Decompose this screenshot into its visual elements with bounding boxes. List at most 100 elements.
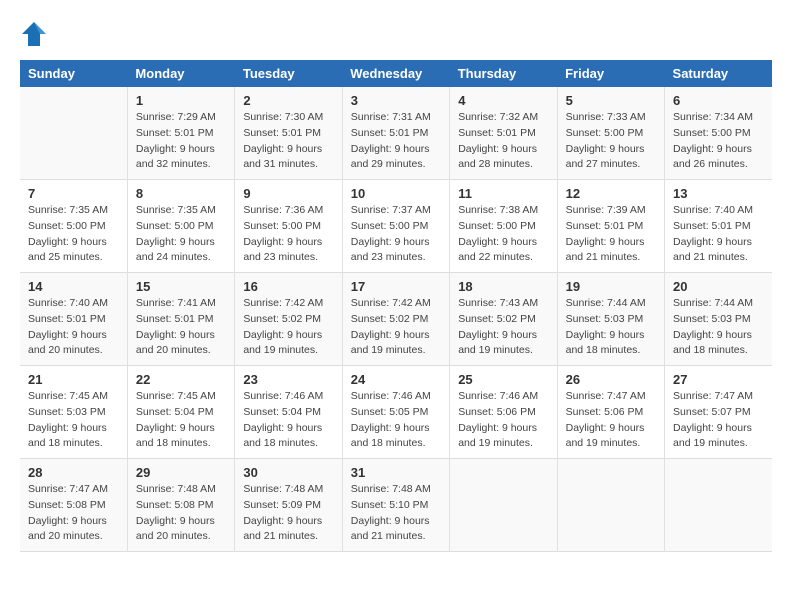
day-number: 19 (566, 279, 656, 294)
calendar-week-row: 1 Sunrise: 7:29 AMSunset: 5:01 PMDaylight… (20, 87, 772, 180)
day-info: Sunrise: 7:40 AMSunset: 5:01 PMDaylight:… (673, 203, 764, 266)
day-number: 5 (566, 93, 656, 108)
day-info: Sunrise: 7:45 AMSunset: 5:03 PMDaylight:… (28, 389, 119, 452)
day-number: 20 (673, 279, 764, 294)
calendar-cell: 23Sunrise: 7:46 AMSunset: 5:04 PMDayligh… (235, 366, 342, 459)
day-number: 30 (243, 465, 333, 480)
calendar-week-row: 28 Sunrise: 7:47 AMSunset: 5:08 PMDayligh… (20, 459, 772, 552)
day-number: 31 (351, 465, 441, 480)
day-number: 14 (28, 279, 119, 294)
day-info: Sunrise: 7:33 AMSunset: 5:00 PMDaylight:… (566, 110, 656, 173)
day-info: Sunrise: 7:39 AMSunset: 5:01 PMDaylight:… (566, 203, 656, 266)
calendar-cell: 9Sunrise: 7:36 AMSunset: 5:00 PMDaylight… (235, 180, 342, 273)
day-number: 6 (673, 93, 764, 108)
day-number: 25 (458, 372, 548, 387)
day-info: Sunrise: 7:47 AMSunset: 5:06 PMDaylight:… (566, 389, 656, 452)
header-saturday: Saturday (665, 60, 772, 87)
day-info: Sunrise: 7:45 AMSunset: 5:04 PMDaylight:… (136, 389, 226, 452)
day-info: Sunrise: 7:34 AMSunset: 5:00 PMDaylight:… (673, 110, 764, 173)
calendar-cell: 16 Sunrise: 7:42 AMSunset: 5:02 PMDayligh… (235, 273, 342, 366)
day-info: Sunrise: 7:47 AMSunset: 5:08 PMDaylight:… (28, 482, 119, 545)
calendar-week-row: 21 Sunrise: 7:45 AMSunset: 5:03 PMDayligh… (20, 366, 772, 459)
day-info: Sunrise: 7:36 AMSunset: 5:00 PMDaylight:… (243, 203, 333, 266)
day-number: 26 (566, 372, 656, 387)
day-number: 11 (458, 186, 548, 201)
calendar-cell: 31 Sunrise: 7:48 AMSunset: 5:10 PMDayligh… (342, 459, 449, 552)
day-info: Sunrise: 7:48 AMSunset: 5:09 PMDaylight:… (243, 482, 333, 545)
day-info: Sunrise: 7:47 AMSunset: 5:07 PMDaylight:… (673, 389, 764, 452)
calendar-cell: 30 Sunrise: 7:48 AMSunset: 5:09 PMDayligh… (235, 459, 342, 552)
header-thursday: Thursday (450, 60, 557, 87)
day-number: 21 (28, 372, 119, 387)
calendar-cell: 6 Sunrise: 7:34 AMSunset: 5:00 PMDaylight… (665, 87, 772, 180)
day-info: Sunrise: 7:32 AMSunset: 5:01 PMDaylight:… (458, 110, 548, 173)
calendar-cell: 26 Sunrise: 7:47 AMSunset: 5:06 PMDayligh… (557, 366, 664, 459)
calendar-cell: 28 Sunrise: 7:47 AMSunset: 5:08 PMDayligh… (20, 459, 127, 552)
header-monday: Monday (127, 60, 234, 87)
calendar-cell: 15Sunrise: 7:41 AMSunset: 5:01 PMDayligh… (127, 273, 234, 366)
calendar-week-row: 14 Sunrise: 7:40 AMSunset: 5:01 PMDayligh… (20, 273, 772, 366)
calendar-cell: 22 Sunrise: 7:45 AMSunset: 5:04 PMDayligh… (127, 366, 234, 459)
calendar-cell: 11 Sunrise: 7:38 AMSunset: 5:00 PMDayligh… (450, 180, 557, 273)
day-number: 1 (136, 93, 226, 108)
day-info: Sunrise: 7:35 AMSunset: 5:00 PMDaylight:… (28, 203, 119, 266)
header-sunday: Sunday (20, 60, 127, 87)
day-info: Sunrise: 7:42 AMSunset: 5:02 PMDaylight:… (243, 296, 333, 359)
day-info: Sunrise: 7:42 AMSunset: 5:02 PMDaylight:… (351, 296, 441, 359)
calendar-cell: 20 Sunrise: 7:44 AMSunset: 5:03 PMDayligh… (665, 273, 772, 366)
header-wednesday: Wednesday (342, 60, 449, 87)
day-info: Sunrise: 7:37 AMSunset: 5:00 PMDaylight:… (351, 203, 441, 266)
day-info: Sunrise: 7:31 AMSunset: 5:01 PMDaylight:… (351, 110, 441, 173)
day-number: 29 (136, 465, 226, 480)
day-info: Sunrise: 7:30 AMSunset: 5:01 PMDaylight:… (243, 110, 333, 173)
day-info: Sunrise: 7:35 AMSunset: 5:00 PMDaylight:… (136, 203, 226, 266)
day-number: 22 (136, 372, 226, 387)
calendar-cell: 4 Sunrise: 7:32 AMSunset: 5:01 PMDaylight… (450, 87, 557, 180)
calendar-cell (20, 87, 127, 180)
day-info: Sunrise: 7:43 AMSunset: 5:02 PMDaylight:… (458, 296, 548, 359)
calendar-cell: 14 Sunrise: 7:40 AMSunset: 5:01 PMDayligh… (20, 273, 127, 366)
calendar-cell: 5 Sunrise: 7:33 AMSunset: 5:00 PMDaylight… (557, 87, 664, 180)
calendar-cell: 3Sunrise: 7:31 AMSunset: 5:01 PMDaylight… (342, 87, 449, 180)
calendar-header-row: SundayMondayTuesdayWednesdayThursdayFrid… (20, 60, 772, 87)
calendar-cell (557, 459, 664, 552)
day-info: Sunrise: 7:38 AMSunset: 5:00 PMDaylight:… (458, 203, 548, 266)
calendar-cell: 10 Sunrise: 7:37 AMSunset: 5:00 PMDayligh… (342, 180, 449, 273)
calendar-cell: 18Sunrise: 7:43 AMSunset: 5:02 PMDayligh… (450, 273, 557, 366)
day-info: Sunrise: 7:44 AMSunset: 5:03 PMDaylight:… (673, 296, 764, 359)
day-info: Sunrise: 7:44 AMSunset: 5:03 PMDaylight:… (566, 296, 656, 359)
day-number: 24 (351, 372, 441, 387)
day-info: Sunrise: 7:46 AMSunset: 5:06 PMDaylight:… (458, 389, 548, 452)
day-info: Sunrise: 7:48 AMSunset: 5:10 PMDaylight:… (351, 482, 441, 545)
calendar-cell (450, 459, 557, 552)
day-number: 2 (243, 93, 333, 108)
day-info: Sunrise: 7:46 AMSunset: 5:04 PMDaylight:… (243, 389, 333, 452)
calendar-cell: 12 Sunrise: 7:39 AMSunset: 5:01 PMDayligh… (557, 180, 664, 273)
calendar-cell: 27 Sunrise: 7:47 AMSunset: 5:07 PMDayligh… (665, 366, 772, 459)
calendar-week-row: 7 Sunrise: 7:35 AMSunset: 5:00 PMDaylight… (20, 180, 772, 273)
day-number: 13 (673, 186, 764, 201)
day-number: 8 (136, 186, 226, 201)
day-number: 4 (458, 93, 548, 108)
day-number: 10 (351, 186, 441, 201)
day-info: Sunrise: 7:48 AMSunset: 5:08 PMDaylight:… (136, 482, 226, 545)
day-number: 16 (243, 279, 333, 294)
day-number: 7 (28, 186, 119, 201)
calendar-cell: 21 Sunrise: 7:45 AMSunset: 5:03 PMDayligh… (20, 366, 127, 459)
day-number: 27 (673, 372, 764, 387)
day-info: Sunrise: 7:40 AMSunset: 5:01 PMDaylight:… (28, 296, 119, 359)
day-info: Sunrise: 7:29 AMSunset: 5:01 PMDaylight:… (136, 110, 226, 173)
header-friday: Friday (557, 60, 664, 87)
day-number: 28 (28, 465, 119, 480)
day-number: 12 (566, 186, 656, 201)
logo-icon (20, 20, 48, 48)
calendar-cell: 25 Sunrise: 7:46 AMSunset: 5:06 PMDayligh… (450, 366, 557, 459)
calendar-cell: 13 Sunrise: 7:40 AMSunset: 5:01 PMDayligh… (665, 180, 772, 273)
calendar-cell: 17Sunrise: 7:42 AMSunset: 5:02 PMDayligh… (342, 273, 449, 366)
calendar-cell (665, 459, 772, 552)
day-info: Sunrise: 7:41 AMSunset: 5:01 PMDaylight:… (136, 296, 226, 359)
calendar-cell: 1 Sunrise: 7:29 AMSunset: 5:01 PMDaylight… (127, 87, 234, 180)
calendar-cell: 8 Sunrise: 7:35 AMSunset: 5:00 PMDaylight… (127, 180, 234, 273)
calendar-cell: 19 Sunrise: 7:44 AMSunset: 5:03 PMDayligh… (557, 273, 664, 366)
calendar-cell: 2 Sunrise: 7:30 AMSunset: 5:01 PMDaylight… (235, 87, 342, 180)
